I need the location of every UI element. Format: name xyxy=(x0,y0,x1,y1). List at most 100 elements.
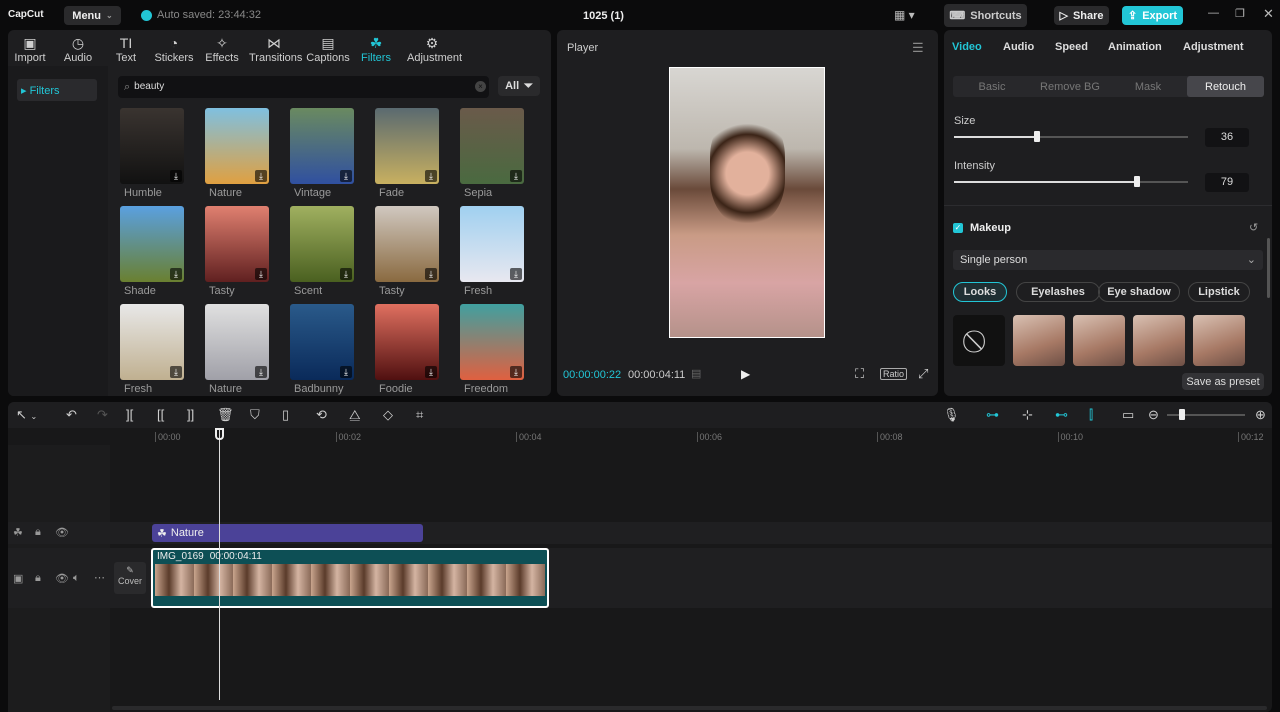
filter-thumbnail[interactable]: ⤓ xyxy=(120,108,184,184)
close-icon[interactable]: ✕ xyxy=(1263,6,1274,22)
download-icon[interactable]: ⤓ xyxy=(170,268,182,280)
look-item[interactable] xyxy=(1193,315,1245,366)
download-icon[interactable]: ⤓ xyxy=(170,170,182,182)
subtab-basic[interactable]: Basic xyxy=(953,76,1031,97)
inspector-tab-animation[interactable]: Animation xyxy=(1108,41,1162,53)
filter-thumbnail[interactable]: ⤓ xyxy=(120,304,184,380)
preview-frame[interactable] xyxy=(669,67,825,338)
makeup-tab-looks[interactable]: Looks xyxy=(953,282,1007,302)
play-button[interactable]: ▶ xyxy=(741,367,750,381)
reverse-icon[interactable]: ⟲ xyxy=(316,407,327,423)
look-item[interactable] xyxy=(1073,315,1125,366)
share-button[interactable]: ▷ Share xyxy=(1054,6,1109,25)
microphone-icon[interactable]: 🎙︎ xyxy=(943,407,960,423)
download-icon[interactable]: ⤓ xyxy=(425,170,437,182)
export-button[interactable]: ⇪ Export xyxy=(1122,6,1183,25)
scrollbar[interactable] xyxy=(1267,238,1270,298)
sidebar-item-filters[interactable]: ▸ Filters xyxy=(17,79,97,101)
download-icon[interactable]: ⤓ xyxy=(425,366,437,378)
filter-thumbnail[interactable]: ⤓ xyxy=(290,304,354,380)
filter-thumbnail[interactable]: ⤓ xyxy=(460,206,524,282)
size-value[interactable]: 36 xyxy=(1205,128,1249,147)
delete-icon[interactable]: 🗑︎ xyxy=(217,407,234,423)
filter-clip[interactable]: ☘ Nature xyxy=(152,524,423,542)
intensity-slider[interactable] xyxy=(954,176,1188,187)
ratio-button[interactable]: Ratio xyxy=(880,368,908,380)
tab-import[interactable]: ▣ Import xyxy=(5,34,55,64)
person-select[interactable]: Single person ⌄ xyxy=(953,250,1263,270)
link-icon[interactable]: ⊹ xyxy=(1022,407,1033,423)
trim-left-icon[interactable]: [[ xyxy=(157,407,164,422)
zoom-in-icon[interactable]: ⊕ xyxy=(1255,407,1266,423)
tab-transitions[interactable]: ⋈ Transitions xyxy=(249,34,302,64)
download-icon[interactable]: ⤓ xyxy=(340,170,352,182)
search-input[interactable]: ⌕ beauty xyxy=(118,76,489,98)
inspector-tab-video[interactable]: Video xyxy=(952,41,982,53)
tab-adjustment[interactable]: ⚙ Adjustment xyxy=(407,34,462,64)
subtab-mask[interactable]: Mask xyxy=(1109,76,1187,97)
timeline-fit-icon[interactable]: ▭ xyxy=(1122,407,1134,423)
tab-stickers[interactable]: ◔ Stickers xyxy=(149,34,199,64)
split-icon[interactable]: ][ xyxy=(126,407,133,422)
freeze-icon[interactable]: ▯ xyxy=(282,407,289,423)
tab-text[interactable]: TI Text xyxy=(101,34,151,64)
download-icon[interactable]: ⤓ xyxy=(340,268,352,280)
video-clip[interactable]: IMG_0169 00:00:04:11 xyxy=(151,548,549,608)
download-icon[interactable]: ⤓ xyxy=(510,170,522,182)
fullscreen-icon[interactable]: ⤢ xyxy=(918,366,928,382)
restore-icon[interactable]: ❐ xyxy=(1235,7,1245,20)
filter-thumbnail[interactable]: ⤓ xyxy=(375,304,439,380)
look-item[interactable] xyxy=(1013,315,1065,366)
filter-thumbnail[interactable]: ⤓ xyxy=(205,206,269,282)
playhead-handle[interactable] xyxy=(215,428,224,440)
clear-search-icon[interactable]: × xyxy=(475,81,486,92)
split-view-icon[interactable]: ⫿ xyxy=(1089,407,1093,423)
makeup-checkbox[interactable]: ✓ xyxy=(953,223,963,233)
tab-captions[interactable]: ▤ Captions xyxy=(303,34,353,64)
makeup-tab-eyelashes[interactable]: Eyelashes xyxy=(1016,282,1100,302)
audio-icon[interactable]: 🔈︎ xyxy=(73,572,80,585)
filter-thumbnail[interactable]: ⤓ xyxy=(205,108,269,184)
trim-right-icon[interactable]: ]] xyxy=(187,407,194,422)
minimize-icon[interactable]: — xyxy=(1208,7,1219,19)
subtab-retouch[interactable]: Retouch xyxy=(1187,76,1264,97)
reset-icon[interactable]: ↺ xyxy=(1249,221,1258,234)
timeline-view-icon[interactable]: ▤ xyxy=(691,367,701,380)
filter-all-dropdown[interactable]: All ⏷ xyxy=(498,76,540,96)
none-look[interactable]: ⃠ xyxy=(953,315,1005,366)
filter-thumbnail[interactable]: ⤓ xyxy=(375,206,439,282)
filter-thumbnail[interactable]: ⤓ xyxy=(290,108,354,184)
save-preset-button[interactable]: Save as preset xyxy=(1182,373,1264,390)
download-icon[interactable]: ⤓ xyxy=(255,268,267,280)
eye-icon[interactable]: 👁︎ xyxy=(55,526,69,539)
tab-effects[interactable]: ✧ Effects xyxy=(197,34,247,64)
cover-button[interactable]: ✎ Cover xyxy=(114,562,146,594)
more-icon[interactable]: ⋯ xyxy=(94,571,105,584)
eye-icon[interactable]: 👁︎ xyxy=(55,572,69,585)
undo-icon[interactable]: ↶ xyxy=(66,407,77,423)
subtab-remove-bg[interactable]: Remove BG xyxy=(1031,76,1109,97)
horizontal-scrollbar[interactable] xyxy=(112,706,1267,710)
look-item[interactable] xyxy=(1133,315,1185,366)
menu-button[interactable]: Menu ⌄ xyxy=(64,6,121,25)
marker-icon[interactable]: ⛉ xyxy=(250,407,260,423)
inspector-tab-adjustment[interactable]: Adjustment xyxy=(1183,41,1244,53)
makeup-tab-lipstick[interactable]: Lipstick xyxy=(1188,282,1250,302)
download-icon[interactable]: ⤓ xyxy=(255,366,267,378)
lock-icon[interactable]: 🔒︎ xyxy=(35,526,41,539)
rotate-icon[interactable]: ◇ xyxy=(383,407,393,423)
playhead[interactable] xyxy=(219,428,220,700)
filter-thumbnail[interactable]: ⤓ xyxy=(460,108,524,184)
select-tool-icon[interactable]: ↖ ⌄ xyxy=(16,407,37,423)
crop-icon[interactable]: ⌗ xyxy=(416,407,423,423)
zoom-slider[interactable] xyxy=(1167,409,1245,420)
zoom-slider-knob[interactable] xyxy=(1179,409,1185,420)
makeup-tab-eye-shadow[interactable]: Eye shadow xyxy=(1098,282,1180,302)
download-icon[interactable]: ⤓ xyxy=(510,268,522,280)
magnet-icon[interactable]: ⊶ xyxy=(986,407,999,423)
filter-thumbnail[interactable]: ⤓ xyxy=(120,206,184,282)
inspector-tab-speed[interactable]: Speed xyxy=(1055,41,1088,53)
filter-thumbnail[interactable]: ⤓ xyxy=(290,206,354,282)
download-icon[interactable]: ⤓ xyxy=(255,170,267,182)
preview-axis-icon[interactable]: ⊷ xyxy=(1055,407,1068,423)
